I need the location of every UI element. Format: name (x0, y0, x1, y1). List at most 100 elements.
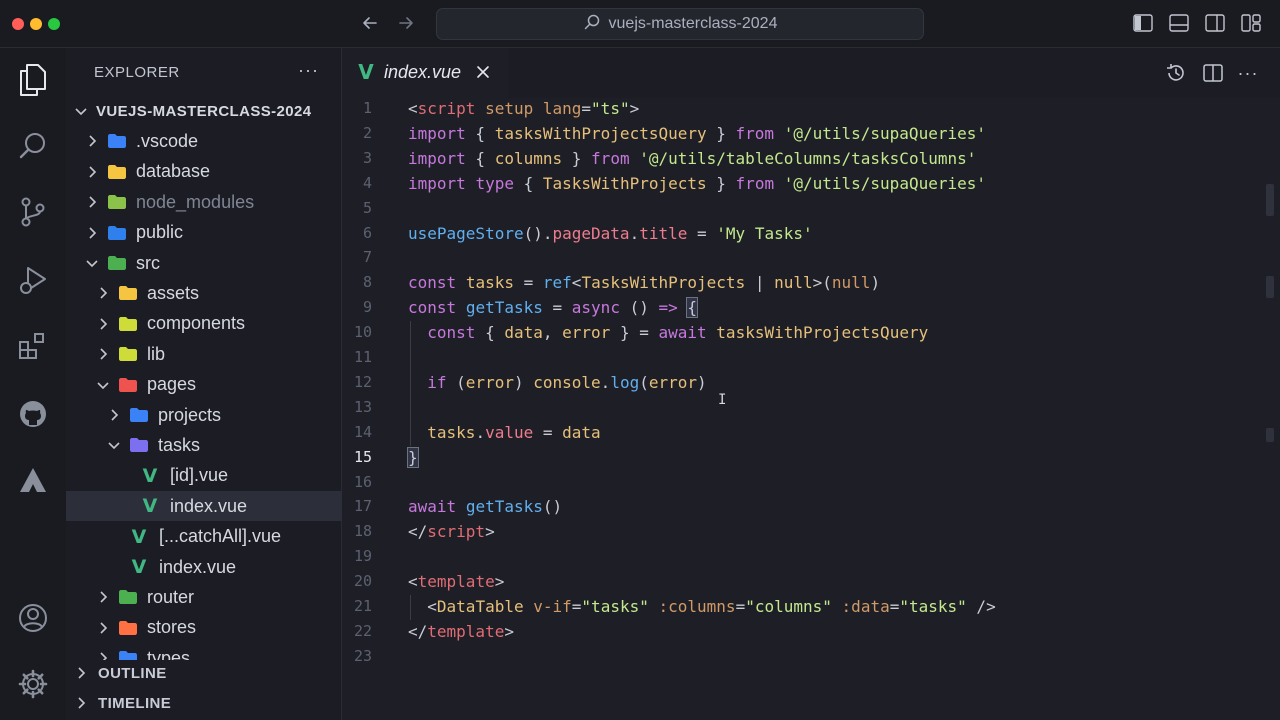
chevron-right-icon (96, 286, 110, 300)
code-token: ( (639, 372, 649, 392)
more-actions-icon[interactable]: ··· (298, 60, 319, 81)
file-item[interactable]: Vindex.vue (66, 552, 342, 582)
folder-item[interactable]: node_modules (66, 187, 342, 217)
folder-item[interactable]: src (66, 248, 342, 278)
github-icon[interactable] (13, 394, 53, 434)
folder-icon (118, 284, 138, 302)
code-editor[interactable]: 1 <script setup lang="ts"> 2 import { tasks… (342, 98, 1280, 720)
close-window-button[interactable] (12, 18, 24, 30)
folder-item[interactable]: .vscode (66, 126, 342, 156)
file-item[interactable]: Vindex.vue (66, 491, 342, 522)
tree-item-label: src (136, 252, 160, 273)
toggle-panel-icon[interactable] (1168, 12, 1190, 34)
tab-index-vue[interactable]: V index.vue (342, 48, 508, 98)
search-text: vuejs-masterclass-2024 (608, 15, 778, 32)
back-arrow-icon[interactable] (357, 10, 383, 36)
code-line: 4 import type { TasksWithProjects } from … (342, 171, 1262, 196)
code-text: </template> (408, 619, 514, 644)
code-token: getTasks (465, 497, 543, 517)
editor-tab-bar: V index.vue ··· (342, 48, 1280, 98)
tree-item-label: database (136, 161, 211, 182)
folder-item[interactable]: lib (66, 339, 342, 369)
folder-item[interactable]: assets (66, 278, 342, 308)
folder-item[interactable]: stores (66, 613, 342, 643)
code-token: (). (523, 223, 553, 243)
code-token: :data (841, 597, 890, 616)
explorer-icon[interactable] (13, 60, 53, 100)
code-token: columns (494, 148, 563, 168)
account-icon[interactable] (13, 598, 53, 638)
deploy-icon[interactable] (13, 460, 53, 500)
settings-icon[interactable] (13, 664, 53, 704)
code-token: from (735, 123, 775, 143)
folder-item[interactable]: router (66, 582, 342, 612)
code-text: import type { TasksWithProjects } from '… (408, 171, 986, 196)
folder-icon (118, 376, 138, 394)
run-debug-icon[interactable] (13, 260, 53, 300)
code-token: await (658, 323, 707, 343)
code-text: usePageStore().pageData.title = 'My Task… (408, 221, 813, 246)
scrollbar-marker (1266, 276, 1274, 298)
code-token: >( (812, 273, 832, 293)
file-item[interactable]: V [id].vue (66, 461, 342, 491)
folder-item[interactable]: database (66, 157, 342, 187)
line-number: 15 (353, 447, 372, 466)
outline-section[interactable]: OUTLINE (74, 658, 342, 688)
timeline-history-icon[interactable] (1165, 62, 1187, 84)
workspace-root[interactable]: VUEJS-MASTERCLASS-2024 (66, 96, 342, 126)
extensions-icon[interactable] (13, 326, 53, 366)
split-editor-icon[interactable] (1202, 62, 1224, 84)
toggle-secondary-sidebar-icon[interactable] (1204, 12, 1226, 34)
line-number: 3 (362, 148, 372, 167)
tab-label: index.vue (384, 61, 462, 82)
tree-item-label: projects (158, 404, 222, 425)
code-token: '@/utils/supaQueries' (783, 123, 986, 143)
source-control-icon[interactable] (13, 192, 53, 232)
chevron-right-icon (96, 621, 110, 635)
code-token: = (889, 597, 900, 616)
code-token: > (485, 522, 495, 542)
maximize-window-button[interactable] (48, 18, 60, 30)
timeline-section[interactable]: TIMELINE (74, 688, 342, 718)
code-token: ref (542, 273, 572, 293)
command-center-search[interactable]: vuejs-masterclass-2024 (436, 8, 924, 40)
editor-more-actions-icon[interactable]: ··· (1237, 62, 1259, 84)
code-token: </ (408, 522, 428, 542)
code-line: 3 import { columns } from '@/utils/tableC… (342, 146, 1262, 171)
folder-item[interactable]: components (66, 309, 342, 339)
code-line: 2 import { tasksWithProjectsQuery } from … (342, 121, 1262, 146)
vue-file-icon: V (131, 556, 147, 578)
close-icon[interactable] (475, 64, 491, 80)
tree-item-label: VUEJS-MASTERCLASS-2024 (96, 102, 312, 120)
code-line: 7 (342, 245, 1262, 270)
search-icon[interactable] (13, 126, 53, 166)
forward-arrow-icon[interactable] (393, 10, 419, 36)
folder-item[interactable]: tasks (66, 430, 342, 460)
file-item[interactable]: V [...catchAll].vue (66, 522, 342, 552)
customize-layout-icon[interactable] (1240, 12, 1262, 34)
code-line: 11 (342, 345, 1262, 370)
code-token: await (408, 497, 457, 517)
folder-item[interactable]: public (66, 218, 342, 248)
activity-bar (0, 48, 66, 720)
code-token: . (600, 372, 611, 392)
code-token: import (408, 148, 466, 168)
tree-item-label: router (147, 586, 195, 607)
toggle-primary-sidebar-icon[interactable] (1132, 12, 1154, 34)
code-token: tasks (465, 273, 514, 293)
code-line: 23 (342, 644, 1262, 669)
search-icon (583, 13, 601, 36)
code-token: > (504, 621, 514, 641)
code-text: </script> (408, 519, 495, 544)
folder-item[interactable]: pages (66, 370, 342, 400)
minimize-window-button[interactable] (30, 18, 42, 30)
folder-item[interactable]: projects (66, 400, 342, 430)
code-token: { (475, 323, 505, 343)
scrollbar-thumb[interactable] (1266, 184, 1274, 216)
code-token: ) (870, 273, 881, 293)
code-token: = (513, 273, 543, 293)
line-number: 23 (353, 646, 372, 665)
